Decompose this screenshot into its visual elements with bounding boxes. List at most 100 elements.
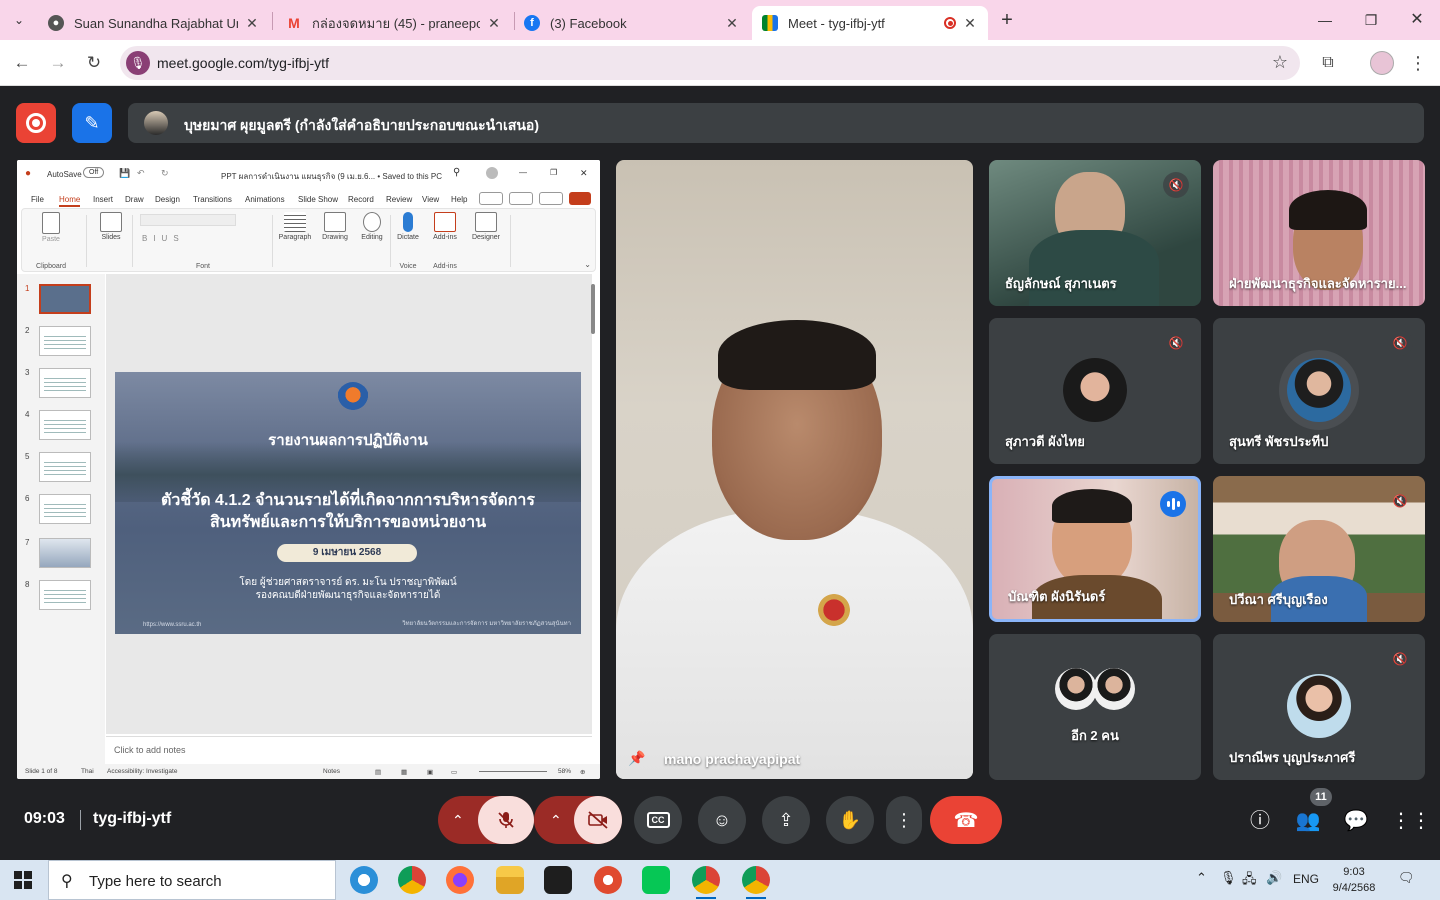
close-tab-icon[interactable]: ✕ <box>724 15 740 32</box>
browser-menu-icon[interactable]: ⋮ <box>1406 51 1430 75</box>
zoom-level[interactable]: 58% <box>558 768 571 775</box>
search-icon[interactable]: ⚲ <box>453 167 460 178</box>
menu-slide-show[interactable]: Slide Show <box>298 195 338 204</box>
chrome-icon[interactable] <box>398 866 426 894</box>
more-participants-tile[interactable]: อีก 2 คน <box>989 634 1201 780</box>
close-icon[interactable]: ✕ <box>580 168 588 179</box>
restore-icon[interactable]: ❐ <box>550 168 557 177</box>
autosave-toggle[interactable]: Off <box>83 167 105 178</box>
comments-button[interactable] <box>539 192 563 205</box>
chrome-profile-icon[interactable] <box>742 866 770 899</box>
present-now-button[interactable]: ⇪ <box>762 796 810 844</box>
back-arrow-icon[interactable]: ← <box>10 51 34 75</box>
menu-record[interactable]: Record <box>348 195 374 204</box>
slide-scrollbar[interactable] <box>590 278 596 718</box>
pin-icon[interactable]: 📌 <box>628 750 645 767</box>
slide-sorter-icon[interactable]: ▦ <box>401 768 407 776</box>
menu-animations[interactable]: Animations <box>245 195 285 204</box>
share-button[interactable] <box>569 192 591 205</box>
participant-tile[interactable]: 🔇 ปราณีพร บุญประภาศรี <box>1213 634 1425 780</box>
slide-thumbnail-1[interactable] <box>39 284 91 314</box>
browser-tab-gmail[interactable]: M กล่องจดหมาย (45) - praneeporn.l ✕ <box>276 6 512 40</box>
slide-thumbnail-3[interactable] <box>39 368 91 398</box>
language-indicator[interactable]: Thai <box>81 768 94 775</box>
participant-tile-active-speaker[interactable]: บัณฑิต ผังนิรันดร์ <box>989 476 1201 622</box>
redo-icon[interactable]: ↻ <box>161 168 169 179</box>
close-tab-icon[interactable]: ✕ <box>244 15 260 32</box>
activities-icon[interactable]: ⋮⋮ <box>1391 808 1431 834</box>
fit-to-window-icon[interactable]: ⊕ <box>580 768 585 776</box>
edge-icon[interactable] <box>350 866 378 894</box>
participant-tile[interactable]: 🔇 ธัญลักษณ์ สุภาเนตร <box>989 160 1201 306</box>
people-icon[interactable]: 👥 <box>1295 808 1321 834</box>
editing-group[interactable]: Editing <box>356 212 388 270</box>
audio-options-chevron-icon[interactable]: ⌃ <box>452 812 464 829</box>
participant-tile[interactable]: ฝ่ายพัฒนาธุรกิจและจัดหาราย... <box>1213 160 1425 306</box>
drawing-group[interactable]: Drawing <box>318 212 352 270</box>
notifications-icon[interactable]: 🗨 <box>1398 870 1415 886</box>
tab-search-chevron-icon[interactable]: ⌄ <box>6 7 32 33</box>
slide-thumbnail-7[interactable] <box>39 538 91 568</box>
tray-mic-icon[interactable]: 🎙 <box>1220 870 1237 886</box>
network-icon[interactable]: 🖧 <box>1242 870 1257 892</box>
close-tab-icon[interactable]: ✕ <box>486 15 502 32</box>
leave-call-button[interactable]: ☎ <box>930 796 1002 844</box>
participant-tile[interactable]: 🔇 สุนทรี พัชรประทีป <box>1213 318 1425 464</box>
meeting-details-icon[interactable]: ⓘ <box>1247 808 1273 834</box>
save-icon[interactable]: 💾 <box>119 168 130 179</box>
browser-tab-ssru[interactable]: ● Suan Sunandha Rajabhat Unive ✕ <box>38 6 270 40</box>
reload-icon[interactable]: ↻ <box>82 51 106 75</box>
more-options-button[interactable]: ⋮ <box>886 796 922 844</box>
browser-tab-meet[interactable]: Meet - tyg-ifbj-ytf ✕ <box>752 6 988 40</box>
app-icon[interactable] <box>594 866 622 894</box>
accessibility-status[interactable]: Accessibility: Investigate <box>107 768 177 775</box>
slide-thumbnail-5[interactable] <box>39 452 91 482</box>
normal-view-icon[interactable]: ▤ <box>375 768 381 776</box>
current-slide[interactable]: รายงานผลการปฏิบัติงาน ตัวชี้วัด 4.1.2 จำ… <box>115 372 581 634</box>
notes-toggle[interactable]: Notes <box>323 768 340 775</box>
video-options-chevron-icon[interactable]: ⌃ <box>550 812 562 829</box>
menu-home[interactable]: Home <box>59 195 81 207</box>
menu-file[interactable]: File <box>31 195 44 204</box>
chat-icon[interactable]: 💬 <box>1343 808 1369 834</box>
terminal-icon[interactable] <box>544 866 572 894</box>
slide-thumbnail-2[interactable] <box>39 326 91 356</box>
taskbar-search-box[interactable]: ⚲ Type here to search <box>48 860 336 900</box>
restore-window-button[interactable]: ❐ <box>1356 8 1386 32</box>
participant-tile[interactable]: 🔇 ปวีณา ศรีบุญเรือง <box>1213 476 1425 622</box>
menu-help[interactable]: Help <box>451 195 467 204</box>
paragraph-group[interactable]: Paragraph <box>274 212 316 270</box>
profile-avatar[interactable] <box>1370 51 1394 75</box>
undo-icon[interactable]: ↶ <box>137 168 145 179</box>
site-mic-icon[interactable]: 🎙 <box>126 51 150 75</box>
present-button[interactable] <box>509 192 533 205</box>
menu-transitions[interactable]: Transitions <box>193 195 232 204</box>
addins-icon[interactable] <box>434 212 456 232</box>
slides-group[interactable]: Slides <box>94 212 128 270</box>
presentation-tile[interactable]: ● AutoSave Off 💾 ↶ ↻ PPT ผลการดำเนินงาน … <box>17 160 600 779</box>
volume-icon[interactable]: 🔊 <box>1266 870 1282 886</box>
slide-thumbnail-6[interactable] <box>39 494 91 524</box>
reactions-button[interactable]: ☺ <box>698 796 746 844</box>
slideshow-icon[interactable]: ▭ <box>451 768 457 776</box>
input-language[interactable]: ENG <box>1293 872 1319 886</box>
new-tab-button[interactable]: + <box>992 8 1022 32</box>
designer-group[interactable]: Designer <box>466 212 506 270</box>
main-speaker-tile[interactable]: 📌 mano prachayapipat <box>616 160 973 779</box>
notes-pane[interactable]: Click to add notes <box>106 736 592 762</box>
paste-icon[interactable] <box>42 212 60 234</box>
raise-hand-button[interactable]: ✋ <box>826 796 874 844</box>
close-window-button[interactable]: ✕ <box>1402 8 1432 32</box>
recording-button[interactable] <box>16 103 56 143</box>
url-text[interactable]: meet.google.com/tyg-ifbj-ytf <box>157 55 329 71</box>
slide-thumbnail-8[interactable] <box>39 580 91 610</box>
close-tab-icon[interactable]: ✕ <box>962 15 978 32</box>
account-avatar[interactable] <box>486 167 498 179</box>
record-button[interactable] <box>479 192 503 205</box>
menu-design[interactable]: Design <box>155 195 180 204</box>
camera-off-button[interactable] <box>574 796 622 844</box>
captions-button[interactable]: CC <box>634 796 682 844</box>
zoom-slider[interactable] <box>479 771 547 772</box>
minimize-icon[interactable]: — <box>519 168 527 177</box>
address-bar[interactable]: 🎙 meet.google.com/tyg-ifbj-ytf ☆ <box>120 46 1300 80</box>
